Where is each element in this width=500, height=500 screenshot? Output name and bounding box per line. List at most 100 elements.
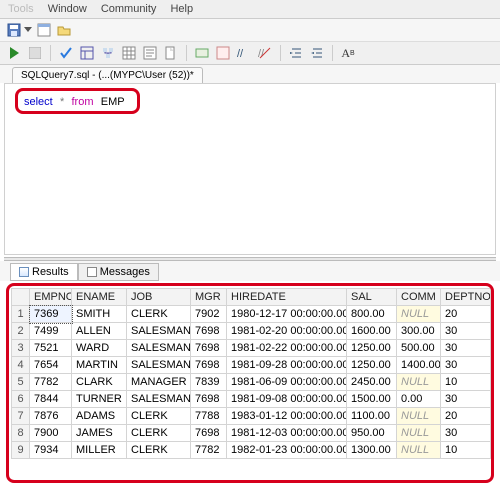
cell-mgr[interactable]: 7782 [191,442,227,459]
cell-job[interactable]: CLERK [127,442,191,459]
font-icon[interactable]: AB [340,45,356,61]
toggle-icon[interactable] [194,45,210,61]
cell-hiredate[interactable]: 1981-09-28 00:00:00.000 [227,357,347,374]
cell-mgr[interactable]: 7788 [191,408,227,425]
cell-deptno[interactable]: 30 [441,357,491,374]
cell-comm[interactable]: NULL [397,425,441,442]
cell-ename[interactable]: TURNER [72,391,127,408]
cell-empno[interactable]: 7934 [30,442,72,459]
cell-ename[interactable]: MARTIN [72,357,127,374]
cell-comm[interactable]: 300.00 [397,323,441,340]
row-number[interactable]: 3 [12,340,30,357]
cell-hiredate[interactable]: 1980-12-17 00:00:00.000 [227,306,347,323]
cell-sal[interactable]: 1100.00 [347,408,397,425]
cell-mgr[interactable]: 7698 [191,323,227,340]
tab-results[interactable]: Results [10,263,78,281]
cell-deptno[interactable]: 10 [441,374,491,391]
table-row[interactable]: 77876ADAMSCLERK77881983-01-12 00:00:00.0… [12,408,491,425]
row-number[interactable]: 5 [12,374,30,391]
cell-comm[interactable]: NULL [397,374,441,391]
cell-empno[interactable]: 7499 [30,323,72,340]
cell-deptno[interactable]: 20 [441,306,491,323]
cell-empno[interactable]: 7654 [30,357,72,374]
cell-deptno[interactable]: 30 [441,425,491,442]
uncomment-icon[interactable]: // [257,45,273,61]
table-row[interactable]: 27499ALLENSALESMAN76981981-02-20 00:00:0… [12,323,491,340]
cell-hiredate[interactable]: 1981-02-20 00:00:00.000 [227,323,347,340]
dropdown-icon[interactable] [24,27,32,33]
cell-hiredate[interactable]: 1982-01-23 00:00:00.000 [227,442,347,459]
cell-hiredate[interactable]: 1981-06-09 00:00:00.000 [227,374,347,391]
cell-deptno[interactable]: 30 [441,323,491,340]
cell-mgr[interactable]: 7698 [191,340,227,357]
row-number[interactable]: 7 [12,408,30,425]
cell-deptno[interactable]: 10 [441,442,491,459]
cell-job[interactable]: SALESMAN [127,357,191,374]
col-header[interactable]: MGR [191,289,227,306]
cell-deptno[interactable]: 30 [441,340,491,357]
cell-ename[interactable]: JAMES [72,425,127,442]
cell-empno[interactable]: 7521 [30,340,72,357]
stop-button[interactable] [27,45,43,61]
menu-item[interactable]: Help [170,3,193,15]
window-icon[interactable] [36,22,52,38]
open-icon[interactable] [56,22,72,38]
results-grid[interactable]: EMPNO ENAME JOB MGR HIREDATE SAL COMM DE… [11,288,491,459]
col-header[interactable]: SAL [347,289,397,306]
query-tab[interactable]: SQLQuery7.sql - (...(MYPC\User (52))* [12,67,203,83]
table-row[interactable]: 67844TURNERSALESMAN76981981-09-08 00:00:… [12,391,491,408]
cell-sal[interactable]: 800.00 [347,306,397,323]
results-file-icon[interactable] [163,45,179,61]
row-number[interactable]: 4 [12,357,30,374]
cell-job[interactable]: CLERK [127,425,191,442]
table-row[interactable]: 97934MILLERCLERK77821982-01-23 00:00:00.… [12,442,491,459]
cell-sal[interactable]: 1500.00 [347,391,397,408]
outline-icon[interactable] [79,45,95,61]
tab-messages[interactable]: Messages [78,263,159,281]
cell-empno[interactable]: 7876 [30,408,72,425]
cell-empno[interactable]: 7844 [30,391,72,408]
cell-job[interactable]: SALESMAN [127,323,191,340]
cell-mgr[interactable]: 7698 [191,425,227,442]
cell-mgr[interactable]: 7902 [191,306,227,323]
cell-deptno[interactable]: 30 [441,391,491,408]
sql-editor[interactable]: select * from EMP [4,83,496,255]
cell-ename[interactable]: ADAMS [72,408,127,425]
cell-ename[interactable]: ALLEN [72,323,127,340]
cell-sal[interactable]: 1300.00 [347,442,397,459]
save-icon[interactable] [6,22,22,38]
cell-job[interactable]: SALESMAN [127,391,191,408]
cell-sal[interactable]: 1600.00 [347,323,397,340]
execute-button[interactable] [6,45,22,61]
cell-comm[interactable]: 0.00 [397,391,441,408]
cell-mgr[interactable]: 7839 [191,374,227,391]
cell-empno[interactable]: 7782 [30,374,72,391]
indent-icon[interactable] [288,45,304,61]
parse-icon[interactable] [58,45,74,61]
menu-item[interactable]: Window [48,3,87,15]
cell-empno[interactable]: 7369 [30,306,72,323]
cell-hiredate[interactable]: 1981-02-22 00:00:00.000 [227,340,347,357]
col-header[interactable]: DEPTNO [441,289,491,306]
table-row[interactable]: 87900JAMESCLERK76981981-12-03 00:00:00.0… [12,425,491,442]
cell-hiredate[interactable]: 1983-01-12 00:00:00.000 [227,408,347,425]
col-header[interactable]: JOB [127,289,191,306]
cell-job[interactable]: MANAGER [127,374,191,391]
cell-ename[interactable]: SMITH [72,306,127,323]
toggle2-icon[interactable] [215,45,231,61]
cell-job[interactable]: CLERK [127,408,191,425]
cell-comm[interactable]: 1400.00 [397,357,441,374]
cell-sal[interactable]: 1250.00 [347,340,397,357]
col-header[interactable]: EMPNO [30,289,72,306]
col-header[interactable]: ENAME [72,289,127,306]
cell-sal[interactable]: 1250.00 [347,357,397,374]
cell-sal[interactable]: 2450.00 [347,374,397,391]
table-row[interactable]: 17369SMITHCLERK79021980-12-17 00:00:00.0… [12,306,491,323]
cell-hiredate[interactable]: 1981-12-03 00:00:00.000 [227,425,347,442]
results-text-icon[interactable] [142,45,158,61]
results-grid-icon[interactable] [121,45,137,61]
menu-item[interactable]: Community [101,3,157,15]
cell-comm[interactable]: 500.00 [397,340,441,357]
cell-empno[interactable]: 7900 [30,425,72,442]
table-row[interactable]: 47654MARTINSALESMAN76981981-09-28 00:00:… [12,357,491,374]
